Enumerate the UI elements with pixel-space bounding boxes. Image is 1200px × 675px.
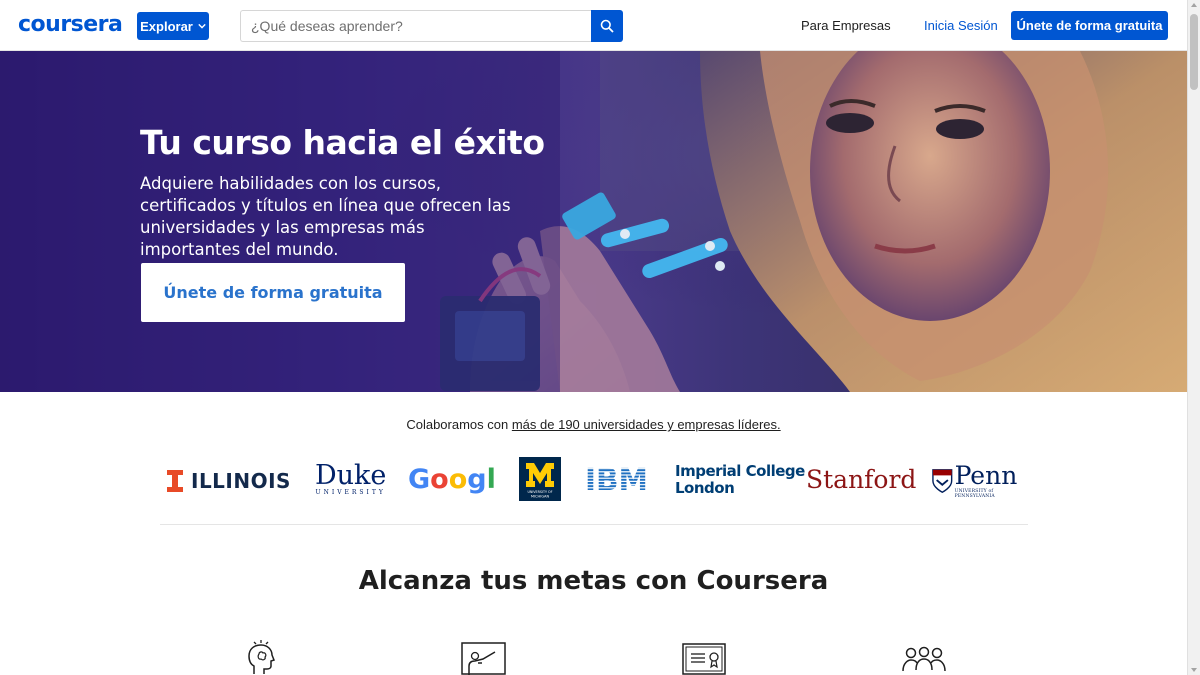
stanford-logo[interactable]: Stanford: [806, 465, 916, 494]
explore-button[interactable]: Explorar: [137, 12, 209, 40]
hero-subtitle: Adquiere habilidades con los cursos, cer…: [140, 174, 511, 259]
duke-text: Duke: [315, 460, 387, 491]
goals-section-title: Alcanza tus metas con Coursera: [358, 566, 829, 596]
scroll-down-arrow-icon[interactable]: [1191, 668, 1197, 672]
hero-join-button[interactable]: Únete de forma gratuita: [141, 263, 405, 322]
ibm-striped-logo-icon: IBM: [585, 466, 648, 492]
page-scrollbar[interactable]: [1187, 0, 1200, 675]
penn-text: Penn: [954, 461, 1018, 490]
partners-link[interactable]: más de 190 universidades y empresas líde…: [512, 417, 781, 432]
partners-intro: Colaboramos con más de 190 universidades…: [0, 417, 1187, 432]
stanford-text: Stanford: [806, 465, 917, 494]
hero-title: Tu curso hacia el éxito: [140, 123, 545, 162]
nav-link-login[interactable]: Inicia Sesión: [924, 18, 998, 33]
search-input[interactable]: [240, 10, 592, 42]
duke-subtext: UNIVERSITY: [315, 489, 386, 496]
svg-text:MICHIGAN: MICHIGAN: [531, 495, 550, 499]
partners-intro-text: Colaboramos con: [406, 417, 512, 432]
penn-subtext: UNIVERSITY of PENNSYLVANIA: [954, 489, 995, 499]
join-free-button[interactable]: Únete de forma gratuita: [1011, 11, 1168, 40]
illinois-text: ILLINOIS: [191, 469, 291, 493]
illinois-logo[interactable]: ILLINOIS: [167, 469, 291, 493]
search-icon: [600, 19, 614, 33]
google-logo[interactable]: Google: [408, 463, 494, 495]
ibm-logo[interactable]: IBM: [585, 466, 649, 492]
svg-text:Google: Google: [408, 464, 494, 495]
group-people-icon: [902, 646, 946, 672]
instructor-board-icon: [461, 642, 506, 675]
section-divider: [160, 524, 1028, 525]
explore-button-label: Explorar: [140, 18, 193, 34]
top-navbar: coursera Explorar Para Empresas Inicia S…: [0, 0, 1187, 51]
michigan-block-m-icon: UNIVERSITY OF MICHIGAN: [519, 457, 561, 501]
imperial-line2: London: [675, 479, 735, 497]
nav-link-business[interactable]: Para Empresas: [801, 18, 891, 33]
svg-text:IBM: IBM: [585, 466, 648, 492]
partner-logos: ILLINOIS Duke UNIVERSITY Google UNIVERSI…: [160, 457, 1030, 503]
imperial-logo[interactable]: Imperial College London: [675, 463, 805, 497]
duke-logo[interactable]: Duke UNIVERSITY: [315, 460, 387, 497]
penn-shield-icon: [932, 469, 953, 494]
scrollbar-thumb[interactable]: [1190, 14, 1198, 90]
hero-banner: Tu curso hacia el éxito Adquiere habilid…: [0, 51, 1187, 392]
coursera-logo[interactable]: coursera: [18, 12, 123, 37]
google-wordmark-icon: Google: [408, 464, 494, 495]
penn-logo[interactable]: Penn UNIVERSITY of PENNSYLVANIA: [932, 463, 1030, 499]
head-idea-icon: [248, 640, 275, 674]
search-button[interactable]: [591, 10, 623, 42]
chevron-down-icon: [198, 23, 206, 29]
michigan-logo[interactable]: UNIVERSITY OF MICHIGAN: [519, 457, 561, 501]
imperial-line1: Imperial College: [675, 462, 805, 480]
svg-text:UNIVERSITY OF: UNIVERSITY OF: [527, 490, 552, 494]
certificate-icon: [682, 643, 726, 675]
illinois-block-i-icon: [167, 470, 183, 492]
scroll-up-arrow-icon[interactable]: [1191, 3, 1197, 7]
